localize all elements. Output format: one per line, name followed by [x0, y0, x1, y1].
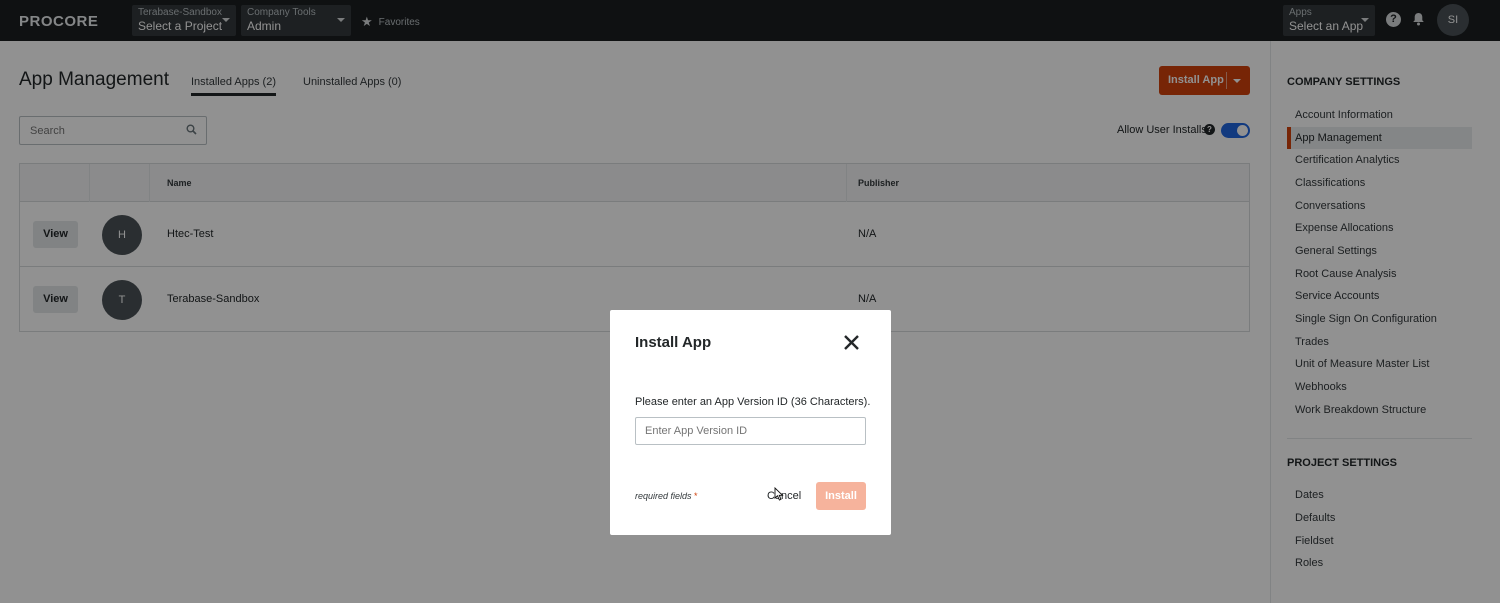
required-star: * — [694, 491, 698, 501]
mouse-cursor-icon — [774, 487, 784, 501]
required-fields-note: required fields * — [635, 491, 698, 501]
required-fields-label: required fields — [635, 491, 692, 501]
install-button[interactable]: Install — [816, 482, 866, 510]
install-app-dialog: Install App Please enter an App Version … — [610, 310, 891, 535]
dialog-message: Please enter an App Version ID (36 Chara… — [635, 396, 871, 408]
app-version-id-input[interactable] — [635, 417, 866, 445]
cancel-button[interactable]: Cancel — [767, 490, 801, 502]
dialog-title: Install App — [635, 334, 712, 351]
close-icon[interactable] — [843, 334, 860, 351]
